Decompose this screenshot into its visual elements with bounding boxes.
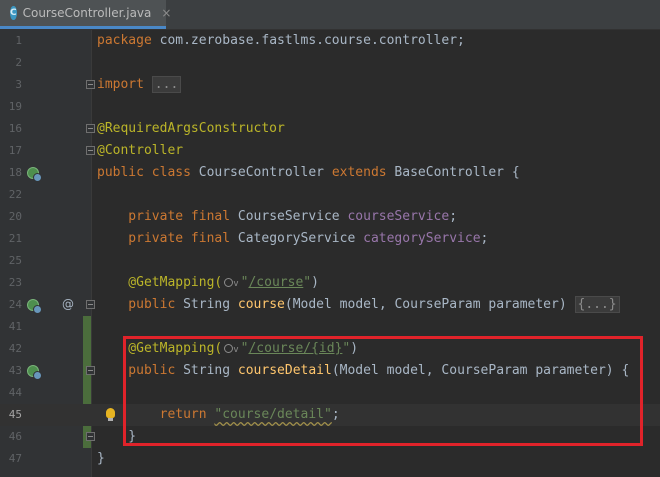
fold-collapse-icon[interactable] [86,146,95,155]
code-line: 18 public class CourseController extends… [0,162,660,184]
editor-tab-bar: C CourseController.java × [0,0,660,30]
fold-expand-icon[interactable] [86,300,95,309]
line-number: 2 [15,56,22,69]
fold-expand-icon[interactable] [86,80,95,89]
code-text: @RequiredArgsConstructor [97,121,285,136]
spring-bean-icon[interactable] [27,365,42,380]
line-number: 25 [8,254,22,267]
code-line: 20 private final CourseService courseSer… [0,206,660,228]
code-text: private final CourseService courseServic… [97,209,458,224]
code-text: @GetMapping(v "/course") [97,275,319,290]
folded-imports[interactable]: ... [151,76,182,93]
globe-icon[interactable] [224,278,234,287]
line-number: 41 [8,320,22,333]
line-number: 22 [8,188,22,201]
line-number: 3 [15,78,22,91]
close-icon[interactable]: × [161,6,171,20]
code-text: public String course(Model model, Course… [97,294,620,316]
code-line: 3 import ... [0,74,660,96]
code-text: private final CategoryService categorySe… [97,231,489,246]
line-number: 19 [8,100,22,113]
java-class-icon: C [10,6,17,20]
line-number: 46 [8,430,22,443]
code-text: } [97,451,105,466]
line-number: 20 [8,210,22,223]
fold-collapse-icon[interactable] [86,366,95,375]
url-link[interactable]: /course [248,275,303,290]
code-line: 19 [0,96,660,118]
tab-coursecontroller[interactable]: C CourseController.java × [0,0,171,29]
code-line: 41 [0,316,660,338]
highlight-box [123,336,643,446]
at-icon[interactable]: @ [62,297,74,311]
line-number: 23 [8,276,22,289]
fold-collapse-icon[interactable] [86,432,95,441]
line-number: 1 [15,34,22,47]
line-number: 17 [8,144,22,157]
code-text: public class CourseController extends Ba… [97,165,520,180]
line-number: 18 [8,166,22,179]
folded-method-body[interactable]: {...} [574,296,620,313]
line-number: 44 [8,386,22,399]
code-line: 47 } [0,448,660,470]
code-line: 16 @RequiredArgsConstructor [0,118,660,140]
line-number: 16 [8,122,22,135]
line-number: 24 [8,298,22,311]
code-text: package com.zerobase.fastlms.course.cont… [97,33,465,48]
line-number: 47 [8,452,22,465]
code-text: import ... [97,74,182,96]
line-number: 42 [8,342,22,355]
spring-bean-icon[interactable] [27,167,42,182]
line-number: 21 [8,232,22,245]
line-number: 43 [8,364,22,377]
fold-collapse-icon[interactable] [86,124,95,133]
code-line: 22 [0,184,660,206]
code-line: 25 [0,250,660,272]
code-line: 24 @ public String course(Model model, C… [0,294,660,316]
code-line: 17 @Controller [0,140,660,162]
line-number: 45 [8,408,22,421]
code-text: @Controller [97,143,184,158]
chevron-down-icon[interactable]: v [233,279,238,289]
code-line: 23 @GetMapping(v "/course") [0,272,660,294]
code-line: 1 package com.zerobase.fastlms.course.co… [0,30,660,52]
tab-label: CourseController.java [22,6,152,20]
code-line: 21 private final CategoryService categor… [0,228,660,250]
spring-bean-icon[interactable] [27,299,42,314]
code-line: 2 [0,52,660,74]
